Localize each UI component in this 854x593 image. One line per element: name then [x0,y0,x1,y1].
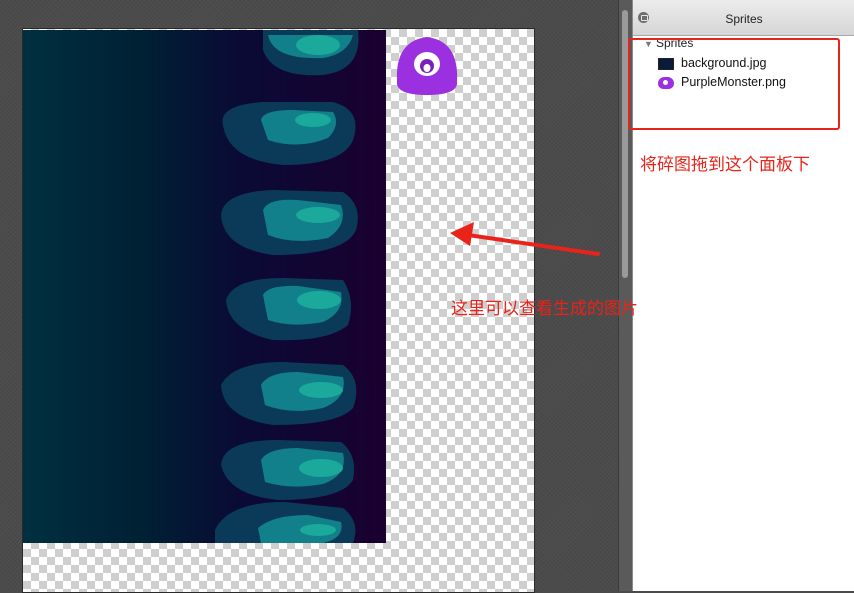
purple-monster-sprite [396,37,458,95]
panel-header: Sprites [633,0,854,36]
background-sprite-art [215,30,359,543]
red-arrow-icon [450,222,600,256]
panel-title: Sprites [725,12,763,26]
preview-hint-annotation: 这里可以查看生成的图片 [451,299,638,318]
panel-highlight-box [628,38,840,130]
background-sprite [23,30,386,543]
drop-hint-annotation: 将碎图拖到这个面板下 [640,155,810,174]
